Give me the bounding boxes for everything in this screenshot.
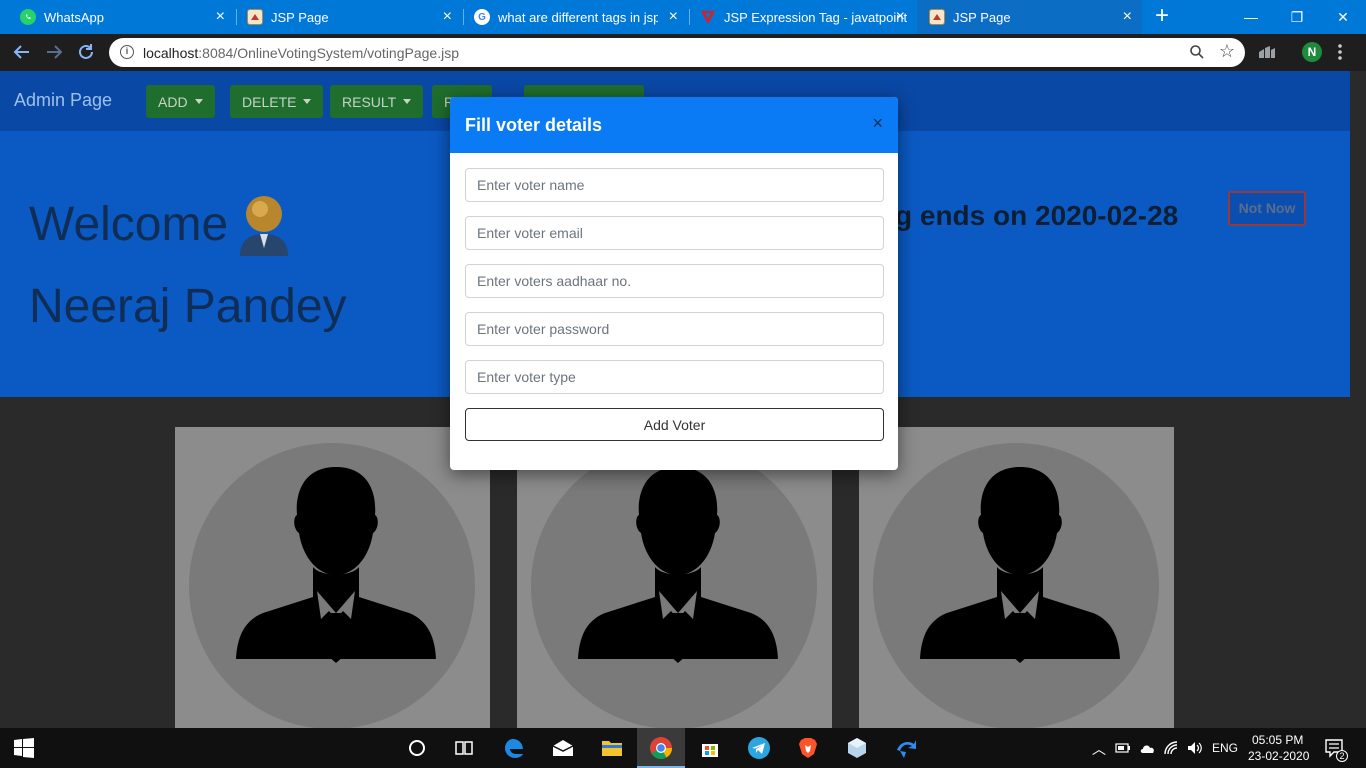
close-window-button[interactable]: ✕ — [1320, 0, 1366, 34]
maximize-button[interactable]: ❐ — [1274, 0, 1320, 34]
google-icon: G — [474, 9, 490, 25]
tab-title: what are different tags in jsp - — [498, 9, 658, 25]
delete-dropdown-label: DELETE — [242, 93, 297, 110]
search-icon[interactable] — [1189, 44, 1205, 60]
close-tab-icon[interactable]: × — [896, 9, 905, 25]
language-indicator[interactable]: ENG — [1212, 741, 1238, 755]
not-now-button[interactable]: Not Now — [1228, 191, 1306, 226]
candidate-card[interactable] — [859, 427, 1174, 728]
forward-arrow-icon[interactable] — [42, 40, 66, 64]
volume-icon[interactable] — [1186, 740, 1204, 756]
close-icon[interactable]: × — [872, 114, 883, 132]
tab-title: JSP Expression Tag - javatpoint — [724, 9, 908, 25]
close-tab-icon[interactable]: × — [216, 9, 225, 25]
store-icon[interactable] — [698, 736, 722, 760]
caret-down-icon — [194, 99, 203, 104]
voter-aadhaar-input[interactable] — [465, 264, 884, 298]
file-explorer-icon[interactable] — [600, 736, 624, 760]
caret-down-icon — [303, 99, 312, 104]
add-dropdown[interactable]: ADD — [146, 85, 215, 118]
tab-javatpoint[interactable]: JSP Expression Tag - javatpoint × — [690, 0, 915, 34]
wifi-icon[interactable] — [1163, 740, 1179, 756]
edge-browser-icon[interactable] — [503, 736, 527, 760]
app-arrow-icon[interactable] — [894, 736, 918, 760]
cortana-icon[interactable] — [405, 736, 429, 760]
tab-jsp-page-active[interactable]: JSP Page × — [917, 0, 1142, 34]
new-tab-button[interactable]: + — [1155, 4, 1169, 28]
user-avatar-icon — [240, 196, 288, 256]
menu-dots-icon[interactable] — [1337, 42, 1343, 62]
voter-name-input[interactable] — [465, 168, 884, 202]
caret-down-icon — [403, 99, 412, 104]
voter-type-input[interactable] — [465, 360, 884, 394]
bookmark-star-icon[interactable]: ☆ — [1219, 41, 1235, 62]
navbar-brand[interactable]: Admin Page — [14, 90, 112, 111]
modal-title: Fill voter details — [465, 115, 603, 135]
reload-icon[interactable] — [74, 40, 98, 64]
windows-taskbar: ︿ ENG 05:05 PM 23-02-2020 2 — [0, 728, 1366, 768]
url-host: localhost — [143, 45, 199, 61]
tab-title: WhatsApp — [44, 9, 104, 25]
site-info-icon[interactable]: i — [120, 45, 134, 59]
minimize-button[interactable]: — — [1228, 0, 1274, 34]
close-tab-icon[interactable]: × — [669, 9, 678, 25]
chrome-icon[interactable] — [649, 736, 673, 760]
virtualbox-icon[interactable] — [845, 736, 869, 760]
candidate-card[interactable] — [517, 427, 832, 728]
tab-jsp-page-1[interactable]: JSP Page × — [237, 0, 462, 34]
voter-email-input[interactable] — [465, 216, 884, 250]
voter-password-input[interactable] — [465, 312, 884, 346]
delete-dropdown[interactable]: DELETE — [230, 85, 324, 118]
welcome-heading: Welcome — [29, 198, 229, 251]
extension-icon[interactable] — [1258, 44, 1276, 60]
close-tab-icon[interactable]: × — [443, 9, 452, 25]
whatsapp-icon — [20, 9, 36, 25]
onedrive-cloud-icon[interactable] — [1139, 740, 1157, 756]
add-voter-button[interactable]: Add Voter — [465, 408, 884, 441]
add-dropdown-label: ADD — [158, 93, 188, 110]
notification-count: 2 — [1336, 750, 1348, 762]
result-dropdown-label: RESULT — [342, 93, 397, 110]
javatpoint-icon — [700, 9, 716, 25]
tab-title: JSP Page — [271, 9, 329, 25]
brave-icon[interactable] — [796, 736, 820, 760]
url-text: localhost:8084/OnlineVotingSystem/voting… — [143, 45, 459, 61]
tab-google-search[interactable]: G what are different tags in jsp - × — [464, 0, 688, 34]
person-silhouette-icon — [236, 467, 436, 663]
battery-icon[interactable] — [1115, 740, 1131, 756]
back-arrow-icon[interactable] — [10, 40, 34, 64]
candidate-card[interactable] — [175, 427, 490, 728]
page-icon — [929, 9, 945, 25]
modal-header: Fill voter details × — [450, 97, 898, 153]
tab-whatsapp[interactable]: WhatsApp × — [0, 0, 235, 34]
address-bar[interactable]: i localhost:8084/OnlineVotingSystem/voti… — [109, 38, 1245, 67]
voting-end-date: g ends on 2020-02-28 — [895, 200, 1179, 231]
url-path: :8084/OnlineVotingSystem/votingPage.jsp — [198, 45, 459, 61]
person-silhouette-icon — [578, 467, 778, 663]
chevron-up-icon[interactable]: ︿ — [1092, 739, 1106, 759]
telegram-icon[interactable] — [747, 736, 771, 760]
page-icon — [247, 9, 263, 25]
browser-tab-strip: WhatsApp × JSP Page × G what are differe… — [0, 0, 1366, 34]
clock-time[interactable]: 05:05 PM — [1252, 733, 1303, 747]
windows-start-icon[interactable] — [14, 738, 34, 758]
voter-details-modal: Fill voter details × Add Voter — [450, 97, 898, 470]
task-view-icon[interactable] — [452, 736, 476, 760]
browser-toolbar: i localhost:8084/OnlineVotingSystem/voti… — [0, 34, 1366, 71]
mail-icon[interactable] — [551, 736, 575, 760]
person-silhouette-icon — [920, 467, 1120, 663]
clock-date[interactable]: 23-02-2020 — [1248, 749, 1309, 763]
profile-avatar[interactable]: N — [1302, 42, 1322, 62]
result-dropdown[interactable]: RESULT — [330, 85, 424, 118]
user-name: Neeraj Pandey — [29, 280, 347, 333]
tab-title: JSP Page — [953, 9, 1011, 25]
close-tab-icon[interactable]: × — [1123, 9, 1132, 25]
